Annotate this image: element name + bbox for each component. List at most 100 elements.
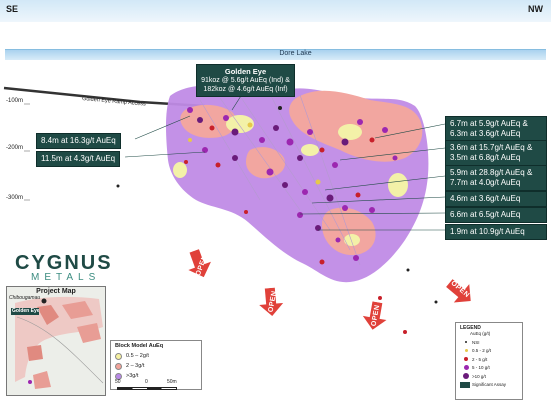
intercept-dot (215, 162, 221, 168)
block-model-item-label: 0.5 – 2g/t (126, 353, 149, 359)
intercept-dot (247, 122, 253, 128)
block-model-legend-title: Block Model AuEq (115, 343, 164, 349)
legend-item-label: 5 - 10 g/t (472, 365, 490, 371)
right-callout-2: 3.6m at 15.7g/t AuEq & 3.5m at 6.8g/t Au… (445, 140, 547, 166)
intercept-dot (378, 296, 382, 300)
block-model-item-mid: 2 – 3g/t (115, 361, 197, 371)
deposit-label: Golden Eye (12, 308, 40, 314)
intercept-dot (187, 107, 193, 113)
legend-item-label: Significant Assay (472, 382, 507, 388)
depth-label-200: -200m (6, 145, 24, 151)
cygnus-metals-logo: CYGNUS METALS (15, 252, 111, 283)
intercept-dot (382, 127, 388, 133)
dark-purple-dot (463, 373, 469, 380)
depth-label-300: -300m (6, 195, 24, 201)
intercept-dot (244, 210, 248, 214)
intercept-dot (278, 106, 282, 110)
intercept-dot (259, 137, 265, 143)
intercept-dot (326, 194, 334, 202)
intercept-dot (406, 268, 410, 272)
intercept-dot (369, 207, 375, 213)
yellow-swatch (115, 352, 122, 360)
assay-legend-significant: Significant Assay (460, 381, 518, 390)
left-callout-2: 11.5m at 4.3g/t AuEq (36, 151, 121, 167)
intercept-dot (266, 168, 274, 176)
right-callout-4-line-1: 4.6m at 3.6g/t AuEq (450, 194, 521, 203)
yellow-zone-3 (301, 144, 319, 156)
block-model-item-high: >3g/t (115, 371, 197, 381)
legend-item-label: 2 - 5 g/t (472, 356, 488, 362)
right-callout-2-line-2: 3.5m at 6.8g/t AuEq (450, 153, 521, 162)
intercept-dot (282, 182, 288, 188)
intercept-dot (307, 129, 313, 135)
right-callout-3-line-1: 5.9m at 28.8g/t AuEq & (450, 168, 533, 177)
right-callout-2-line-1: 3.6m at 15.7g/t AuEq & (450, 143, 533, 152)
block-model-legend: Block Model AuEq 0.5 – 2g/t 2 – 3g/t >3g… (110, 340, 202, 390)
intercept-dot (319, 259, 325, 265)
right-callout-1-line-1: 6.7m at 5.9g/t AuEq & (450, 119, 528, 128)
legend-item-label: >10 g/t (472, 373, 486, 379)
yellow-zone-4 (388, 173, 408, 197)
intercept-dot (184, 160, 188, 164)
intercept-dot (357, 119, 363, 125)
town-label: Chibougamau (9, 295, 41, 301)
intercept-dot (403, 330, 407, 334)
red-dot (464, 357, 468, 362)
intercept-dot (353, 255, 359, 261)
intercept-dot (341, 138, 349, 146)
intercept-dot (297, 212, 303, 218)
scale-bar (117, 387, 177, 390)
intercept-dot (273, 125, 279, 131)
assay-legend: LEGEND AuEq (g/t) NSI 0.5 - 2 g/t 2 - 5 … (455, 322, 523, 400)
scale-label-zero: 0 (145, 379, 148, 385)
resource-title: Golden Eye (224, 67, 267, 76)
right-callout-6-line-1: 1.9m at 10.9g/t AuEq (450, 227, 525, 236)
intercept-dot (332, 162, 338, 168)
intercept-dot (434, 300, 438, 304)
intercept-dot (232, 155, 238, 161)
assay-legend-low: 0.5 - 2 g/t (460, 347, 518, 356)
right-callout-1: 6.7m at 5.9g/t AuEq & 6.3m at 3.6g/t AuE… (445, 116, 547, 142)
scale-label-right: 50m (167, 379, 177, 385)
intercept-dot (231, 128, 239, 136)
yellow-zone-5 (173, 162, 187, 178)
intercept-dot (116, 184, 120, 188)
intercept-dot (297, 155, 303, 161)
right-callout-4: 4.6m at 3.6g/t AuEq (445, 191, 547, 207)
pink-swatch (115, 362, 122, 370)
yellow-zone-6 (344, 234, 360, 246)
right-callout-3-line-2: 7.7m at 4.0g/t AuEq (450, 178, 521, 187)
intercept-dot (209, 125, 215, 131)
nsi-dot (465, 341, 467, 344)
right-callout-3: 5.9m at 28.8g/t AuEq & 7.7m at 4.0g/t Au… (445, 165, 547, 191)
right-callout-1-line-2: 6.3m at 3.6g/t AuEq (450, 129, 521, 138)
intercept-dot (188, 138, 192, 142)
intercept-dot (392, 155, 398, 161)
right-callout-6: 1.9m at 10.9g/t AuEq (445, 224, 547, 240)
scale-label-left: 50 (115, 379, 121, 385)
significant-swatch (460, 381, 470, 388)
intercept-dot (319, 147, 325, 153)
resource-line-1: 91koz @ 5.6g/t AuEq (Ind) & (201, 77, 290, 84)
purple-dot (463, 365, 469, 371)
project-map-graphic (11, 296, 104, 389)
legend-item-label: NSI (472, 339, 480, 345)
golden-eye-resource-callout: Golden Eye 91koz @ 5.6g/t AuEq (Ind) & 1… (196, 64, 295, 97)
yellow-zone-1 (338, 124, 362, 140)
project-map-inset: Project Map Chibougamau Golden Eye (6, 286, 106, 396)
intercept-dot (302, 189, 308, 195)
assay-legend-nsi: NSI (460, 338, 518, 347)
intercept-dot (197, 117, 203, 123)
assay-legend-high: 5 - 10 g/t (460, 364, 518, 373)
block-model-item-label: 2 – 3g/t (126, 363, 145, 369)
resource-line-2: 182koz @ 4.6g/t AuEq (Inf) (203, 86, 288, 93)
block-model-item-label: >3g/t (126, 373, 139, 379)
intercept-dot (342, 205, 348, 211)
right-callout-5-line-1: 6.6m at 6.5g/t AuEq (450, 210, 521, 219)
legend-item-label: 0.5 - 2 g/t (472, 348, 492, 354)
intercept-dot (355, 192, 361, 198)
yellow-dot (464, 349, 468, 353)
assay-legend-very-high: >10 g/t (460, 372, 518, 381)
intercept-dot (315, 179, 321, 185)
intercept-dot (223, 115, 229, 121)
